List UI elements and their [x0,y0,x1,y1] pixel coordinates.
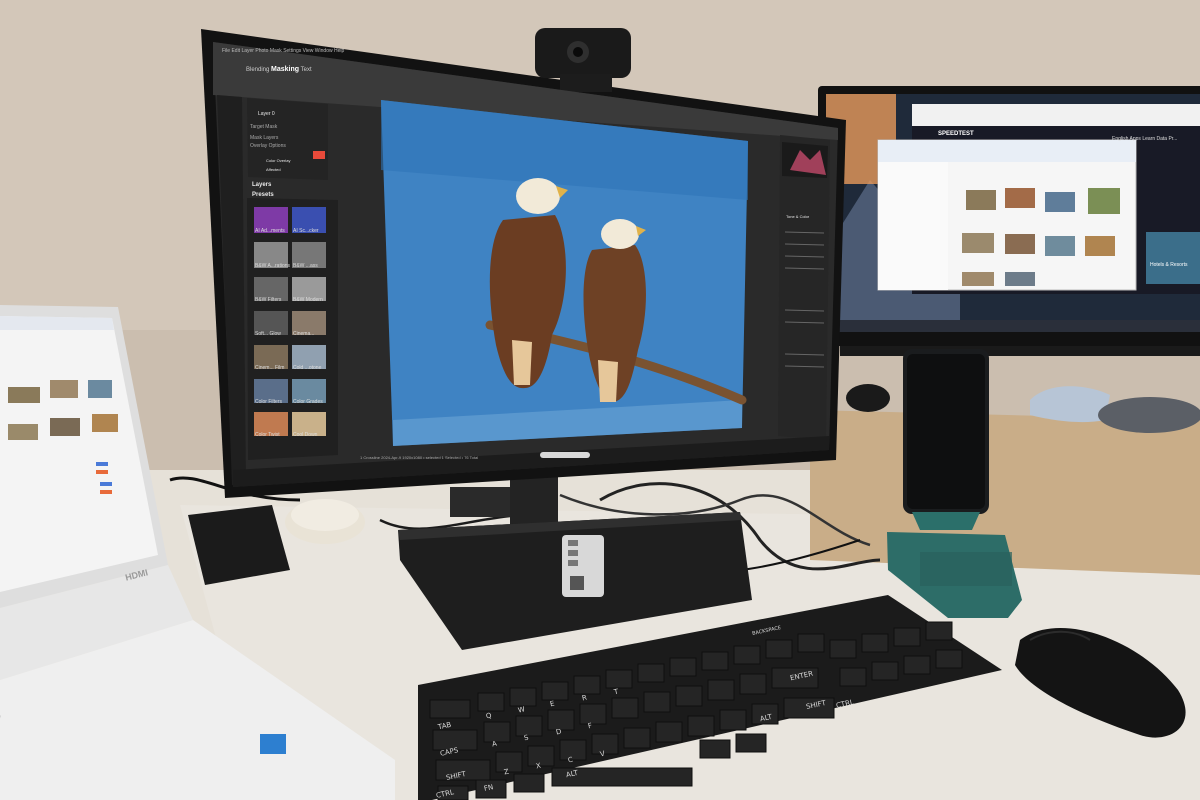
menu-mask[interactable]: Mask [270,48,282,54]
hotels-card-title[interactable]: Hotels & Resorts [1150,262,1190,268]
preset-label[interactable]: Color Grades [293,399,323,405]
menu-layer[interactable]: Layer [241,48,254,54]
menu-photo[interactable]: Photo [255,48,268,54]
right-panel-title: Tone & Color [786,214,810,219]
preset-label[interactable]: Cold ...otone [293,365,321,371]
nav-english[interactable]: English [1112,136,1128,142]
menu-file[interactable]: File [222,48,230,54]
panel-target-mask[interactable]: Target Mask [250,124,277,130]
preset-label[interactable]: Color Filters [255,399,282,405]
preset-label[interactable]: Soft... Glow [255,331,281,337]
layer-name[interactable]: Layer 0 [258,111,275,117]
preset-label[interactable]: B&W Filters [255,297,281,303]
tab-blending[interactable]: Blending [246,67,269,73]
preset-label[interactable]: AI Ad...ments [255,228,285,234]
tab-masking[interactable]: Masking [271,66,299,73]
panel-mask-layers[interactable]: Mask Layers [250,135,278,141]
nav-pr[interactable]: Pr... [1168,136,1177,142]
photo-scene: File Edit Layer Photo Mask Settings View… [0,0,1200,800]
preset-label[interactable]: Cinema... [293,331,314,337]
key-label[interactable]: Q [485,712,492,721]
preset-label[interactable]: B&W ...ass [293,263,318,269]
menu-window[interactable]: Window [315,48,333,54]
blend-mode-select[interactable]: Color Overlay [266,158,290,163]
editor-tabs: Blending Masking Text [246,66,312,73]
speedtest-nav: English Apps Learn Data Pr... [1112,136,1177,142]
nav-learn[interactable]: Learn [1142,136,1155,142]
preset-label[interactable]: B&W A...rations [255,263,290,269]
menu-settings[interactable]: Settings [283,48,301,54]
scene-drawing [0,0,1200,800]
speedtest-logo[interactable]: SPEEDTEST [938,131,974,137]
preset-label[interactable]: Color Twist [255,432,280,438]
menu-help[interactable]: Help [334,48,344,54]
key-label[interactable]: X [535,762,541,771]
second-monitor [818,86,1200,356]
key-label[interactable]: V [599,750,605,759]
key-label[interactable]: A [491,740,497,749]
tab-text[interactable]: Text [301,67,312,73]
nav-apps[interactable]: Apps [1130,136,1141,142]
preset-label[interactable]: B&W Modern [293,297,323,303]
show-mode-select[interactable]: Affected [266,167,281,172]
key-label[interactable]: Z [503,768,509,777]
status-bar: 1 Crossline 2024-Apr-9 1920x1080 • selec… [360,455,479,460]
key-label[interactable]: W [517,705,525,714]
preset-label[interactable]: AI Sc...cker [293,228,319,234]
preset-label[interactable]: Cinem... Film [255,365,284,371]
panel-overlay-options[interactable]: Overlay Options [250,143,286,149]
menu-edit[interactable]: Edit [231,48,240,54]
nav-data[interactable]: Data [1157,136,1168,142]
presets-heading: Presets [252,192,274,198]
laptop-sticker [260,734,286,754]
menu-view[interactable]: View [303,48,314,54]
editor-menu: File Edit Layer Photo Mask Settings View… [222,48,344,54]
preset-label[interactable]: Cool Down [293,432,317,438]
layers-heading: Layers [252,182,272,188]
